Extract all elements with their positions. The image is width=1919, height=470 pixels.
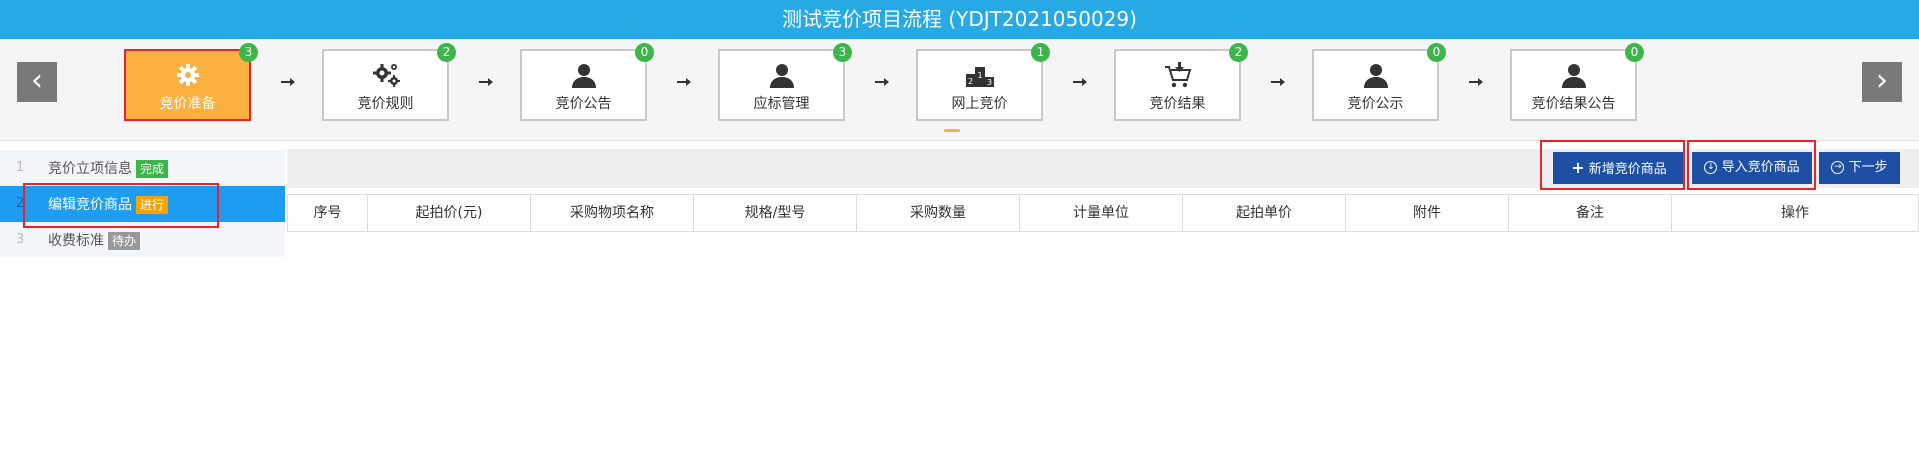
- step-label: 竞价结果公告: [1531, 96, 1616, 112]
- sidebar-item-number: 1: [16, 160, 25, 175]
- arrow-right-icon: [479, 78, 493, 86]
- step-bid-publicity[interactable]: 竞价公示 0: [1312, 43, 1446, 121]
- user-icon: [1363, 64, 1388, 88]
- arrow-right-icon: [281, 78, 295, 86]
- sidebar-item-label: 收费标准: [48, 233, 104, 249]
- user-icon: [571, 64, 596, 88]
- import-circle-icon: ↓: [1704, 161, 1718, 174]
- column-header: 采购数量: [857, 195, 1020, 231]
- next-step-button[interactable]: → 下一步: [1819, 152, 1900, 184]
- sidebar-item-edit-goods[interactable]: 2 编辑竞价商品 进行: [0, 186, 285, 222]
- step-count-badge: 0: [1625, 43, 1644, 62]
- podium-icon: 12 3: [965, 67, 994, 87]
- step-label: 竞价公示: [1347, 96, 1404, 112]
- step-count-badge: 3: [833, 43, 852, 62]
- svg-text:1: 1: [977, 71, 982, 80]
- gears-icon: [372, 64, 400, 87]
- sidebar-item-label: 竞价立项信息: [48, 161, 132, 177]
- column-header: 附件: [1346, 195, 1509, 231]
- step-label: 竞价结果: [1149, 96, 1206, 112]
- column-header: 采购物项名称: [531, 195, 694, 231]
- arrow-right-icon: [677, 78, 691, 86]
- column-header: 计量单位: [1020, 195, 1183, 231]
- import-goods-label: 导入竞价商品: [1721, 160, 1800, 175]
- sidebar-item-number: 3: [16, 232, 25, 247]
- step-count-badge: 3: [239, 43, 258, 62]
- sidebar-item-label: 编辑竞价商品: [48, 197, 132, 213]
- gear-icon: [176, 64, 199, 86]
- status-badge: 进行: [136, 196, 169, 214]
- step-result-announcement[interactable]: 竞价结果公告 0: [1510, 43, 1644, 121]
- prev-button[interactable]: ‹: [17, 62, 57, 102]
- step-online-bidding[interactable]: 123 网上竞价 1: [916, 43, 1050, 121]
- add-goods-button[interactable]: + 新增竞价商品: [1553, 152, 1685, 184]
- user-icon: [1561, 64, 1586, 88]
- current-step-indicator: [944, 129, 960, 132]
- step-label: 竞价公告: [555, 96, 612, 112]
- step-count-badge: 0: [635, 43, 654, 62]
- status-badge: 待办: [108, 232, 141, 250]
- sidebar-item-bid-info[interactable]: 1 竞价立项信息 完成: [0, 150, 285, 186]
- plus-icon: +: [1571, 158, 1585, 177]
- arrow-right-icon: [875, 78, 889, 86]
- import-goods-button[interactable]: ↓ 导入竞价商品: [1692, 152, 1812, 184]
- sidebar: 1 竞价立项信息 完成 2 编辑竞价商品 进行 3 收费标准 待办: [0, 150, 285, 257]
- arrow-circle-right-icon: →: [1831, 161, 1845, 174]
- user-icon: [769, 64, 794, 88]
- step-label: 应标管理: [753, 96, 810, 112]
- step-bid-announcement[interactable]: 竞价公告 0: [520, 43, 654, 121]
- cart-icon: [1164, 62, 1191, 88]
- next-step-label: 下一步: [1848, 160, 1888, 175]
- page-title: 测试竞价项目流程 (YDJT2021050029): [0, 0, 1919, 39]
- svg-text:2: 2: [968, 77, 973, 86]
- step-count-badge: 1: [1031, 43, 1050, 62]
- sidebar-item-number: 2: [16, 196, 25, 211]
- arrow-right-icon: [1073, 78, 1087, 86]
- step-count-badge: 2: [1229, 43, 1248, 62]
- column-header: 规格/型号: [694, 195, 857, 231]
- workflow-steps-bar: ‹ 竞价准备 3 竞价规则 2 竞价公告 0 应标管理 3 1 2 3 网上竞价…: [0, 39, 1919, 141]
- arrow-right-icon: [1271, 78, 1285, 86]
- column-header: 序号: [288, 195, 368, 231]
- step-count-badge: 2: [437, 43, 456, 62]
- sidebar-item-fee-standard[interactable]: 3 收费标准 待办: [0, 222, 285, 258]
- step-count-badge: 0: [1427, 43, 1446, 62]
- next-nav-button[interactable]: ›: [1862, 62, 1902, 102]
- step-label: 竞价规则: [357, 96, 414, 112]
- step-label: 网上竞价: [951, 96, 1008, 112]
- step-tender-management[interactable]: 应标管理 3: [718, 43, 852, 121]
- svg-text:3: 3: [987, 78, 992, 87]
- step-bid-result[interactable]: 竞价结果 2: [1114, 43, 1248, 121]
- status-badge: 完成: [136, 160, 169, 178]
- step-label: 竞价准备: [159, 96, 216, 112]
- column-header: 起拍价(元): [368, 195, 531, 231]
- step-bid-rules[interactable]: 竞价规则 2: [322, 43, 456, 121]
- arrow-right-icon: [1469, 78, 1483, 86]
- column-header: 起拍单价: [1183, 195, 1346, 231]
- add-goods-label: 新增竞价商品: [1588, 162, 1667, 177]
- column-header: 操作: [1781, 205, 1809, 221]
- goods-table-header: 序号 起拍价(元) 采购物项名称 规格/型号 采购数量 计量单位 起拍单价 附件…: [287, 194, 1919, 232]
- column-header: 备注: [1509, 195, 1672, 231]
- step-bid-preparation[interactable]: 竞价准备 3: [124, 43, 258, 121]
